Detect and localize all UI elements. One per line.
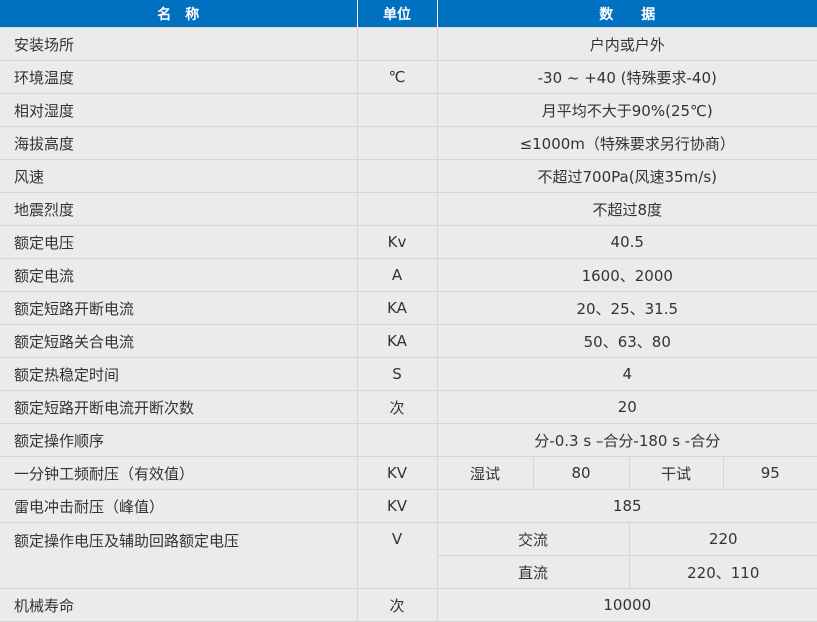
row-unit: A [356, 258, 438, 292]
row-name: 一分钟工频耐压（有效值） [0, 456, 358, 490]
row-unit [356, 27, 438, 61]
row-value: 40.5 [436, 225, 817, 259]
row-unit: KA [356, 291, 438, 325]
table-row: 雷电冲击耐压（峰值） KV 185 [0, 489, 817, 523]
dc-value: 220、110 [628, 555, 817, 589]
wet-test-label: 湿试 [436, 456, 534, 490]
table-row: 地震烈度 不超过8度 [0, 192, 817, 226]
spec-table: 名 称 单位 数 据 安装场所 户内或户外 环境温度 ℃ -30 ~ +40 (特殊要求… [0, 0, 817, 622]
row-unit [356, 423, 438, 457]
row-unit: V [356, 522, 438, 589]
row-value: 10000 [436, 588, 817, 622]
row-unit: S [356, 357, 438, 391]
row-value: ≤1000m（特殊要求另行协商） [436, 126, 817, 160]
row-value: 20、25、31.5 [436, 291, 817, 325]
ac-label: 交流 [436, 522, 630, 556]
dry-test-value: 95 [722, 456, 817, 490]
row-value: 185 [436, 489, 817, 523]
row-name: 雷电冲击耐压（峰值） [0, 489, 358, 523]
row-value: 1600、2000 [436, 258, 817, 292]
table-row: 额定操作电压及辅助回路额定电压 V 交流 220 [0, 522, 817, 589]
header-unit: 单位 [357, 0, 438, 28]
row-name: 额定短路关合电流 [0, 324, 358, 358]
table-row: 相对湿度 月平均不大于90%(25℃) [0, 93, 817, 127]
row-name: 额定操作顺序 [0, 423, 358, 457]
row-name: 相对湿度 [0, 93, 358, 127]
row-name: 环境温度 [0, 60, 358, 94]
table-row: 风速 不超过700Pa(风速35m/s) [0, 159, 817, 193]
row-unit [356, 126, 438, 160]
row-unit [356, 159, 438, 193]
wet-test-value: 80 [532, 456, 630, 490]
row-name: 额定电压 [0, 225, 358, 259]
row-value: 月平均不大于90%(25℃) [436, 93, 817, 127]
row-name: 额定热稳定时间 [0, 357, 358, 391]
row-unit: Kv [356, 225, 438, 259]
row-name: 额定电流 [0, 258, 358, 292]
table-row: 额定短路开断电流开断次数次 20 [0, 390, 817, 424]
row-value: 户内或户外 [436, 27, 817, 61]
row-name: 机械寿命 [0, 588, 358, 622]
row-name: 额定短路开断电流 [0, 291, 358, 325]
row-value: 不超过8度 [436, 192, 817, 226]
row-name: 额定操作电压及辅助回路额定电压 [0, 522, 358, 589]
header-data: 数 据 [437, 0, 817, 28]
row-unit: KA [356, 324, 438, 358]
ac-value: 220 [628, 522, 817, 556]
row-value: 不超过700Pa(风速35m/s) [436, 159, 817, 193]
row-value: -30 ~ +40 (特殊要求-40) [436, 60, 817, 94]
table-row: 机械寿命 次 10000 [0, 588, 817, 622]
row-name: 海拔高度 [0, 126, 358, 160]
row-unit: KV [356, 489, 438, 523]
header-row: 名 称 单位 数 据 [0, 0, 817, 28]
row-name: 风速 [0, 159, 358, 193]
row-unit: 次 [356, 588, 438, 622]
row-value: 4 [436, 357, 817, 391]
row-value: 分-0.3 s –合分-180 s -合分 [436, 423, 817, 457]
row-unit: 次 [356, 390, 438, 424]
table-row: 一分钟工频耐压（有效值） KV 湿试 80 干试 95 [0, 456, 817, 490]
table-row: 额定热稳定时间 S 4 [0, 357, 817, 391]
row-value: 50、63、80 [436, 324, 817, 358]
row-name: 地震烈度 [0, 192, 358, 226]
row-unit [356, 192, 438, 226]
table-row: 环境温度 ℃ -30 ~ +40 (特殊要求-40) [0, 60, 817, 94]
table-row: 额定短路关合电流 KA 50、63、80 [0, 324, 817, 358]
table-row: 额定电压 Kv 40.5 [0, 225, 817, 259]
table-row: 额定短路开断电流 KA 20、25、31.5 [0, 291, 817, 325]
table-row: 安装场所 户内或户外 [0, 27, 817, 61]
row-name: 安装场所 [0, 27, 358, 61]
row-unit: KV [356, 456, 438, 490]
row-value: 20 [436, 390, 817, 424]
row-unit [356, 93, 438, 127]
table-row: 额定操作顺序 分-0.3 s –合分-180 s -合分 [0, 423, 817, 457]
header-name: 名 称 [0, 0, 358, 28]
table-row: 海拔高度 ≤1000m（特殊要求另行协商） [0, 126, 817, 160]
table-row: 额定电流 A 1600、2000 [0, 258, 817, 292]
row-name: 额定短路开断电流开断次数 [0, 390, 358, 424]
dry-test-label: 干试 [628, 456, 724, 490]
row-unit: ℃ [356, 60, 438, 94]
dc-label: 直流 [437, 555, 630, 589]
